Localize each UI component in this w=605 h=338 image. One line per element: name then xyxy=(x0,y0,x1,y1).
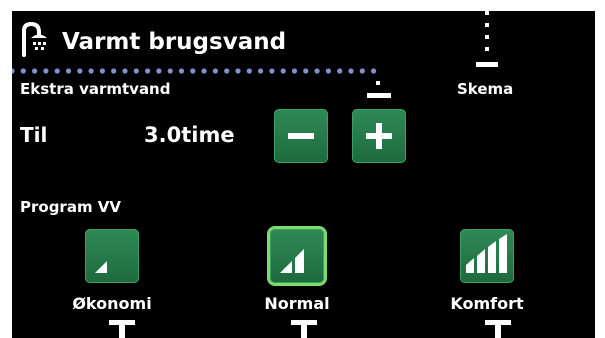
plus-icon xyxy=(366,123,392,149)
nav-dot xyxy=(224,68,230,74)
increase-button[interactable] xyxy=(352,109,406,163)
nav-dot xyxy=(359,68,365,74)
nav-dot xyxy=(133,68,139,74)
schedule-button[interactable] xyxy=(468,11,508,71)
nav-dot xyxy=(99,68,105,74)
nav-dot xyxy=(269,68,275,74)
program-option-comfort-label: Komfort xyxy=(450,294,524,313)
signal-3-icon xyxy=(466,234,507,273)
program-option-economy[interactable] xyxy=(85,229,139,283)
extra-hot-water-value: 3.0time xyxy=(144,123,235,147)
display-screen: Varmt brugsvand Skema Ekstra varmtvand T… xyxy=(12,11,595,338)
nav-dot xyxy=(235,68,241,74)
nav-dot xyxy=(167,68,173,74)
nav-dot xyxy=(201,68,207,74)
nav-dot xyxy=(280,68,286,74)
extra-hot-water-label: Til xyxy=(20,123,48,147)
schedule-label[interactable]: Skema xyxy=(457,80,513,98)
nav-dot xyxy=(258,68,264,74)
program-heading: Program VV xyxy=(20,198,122,216)
nav-dot xyxy=(54,68,60,74)
program-option-normal-label: Normal xyxy=(264,294,330,313)
nav-dot xyxy=(291,68,298,74)
signal-2-icon xyxy=(280,249,304,273)
program-option-normal[interactable] xyxy=(270,229,324,283)
program-option-comfort[interactable] xyxy=(460,229,514,283)
nav-dot xyxy=(43,68,49,74)
nav-dot xyxy=(12,68,15,74)
nav-dot xyxy=(376,81,380,85)
shower-icon xyxy=(20,21,54,57)
nav-dot xyxy=(32,68,38,74)
nav-dot xyxy=(337,68,343,74)
nav-dot xyxy=(325,68,331,74)
extra-hot-water-heading: Ekstra varmtvand xyxy=(20,80,171,98)
nav-dot xyxy=(156,68,162,74)
nav-dot xyxy=(111,68,117,74)
nav-dot xyxy=(20,68,26,74)
nav-marker xyxy=(367,93,391,98)
nav-dot xyxy=(178,68,185,74)
nav-dot xyxy=(145,68,151,74)
selector-indicator xyxy=(109,320,135,338)
nav-dot xyxy=(303,68,309,74)
minus-icon xyxy=(288,133,314,139)
nav-dot xyxy=(65,68,72,74)
nav-dot xyxy=(122,68,128,74)
program-option-economy-label: Økonomi xyxy=(72,294,152,313)
nav-dot xyxy=(314,68,320,74)
nav-dot xyxy=(212,68,218,74)
selector-indicator xyxy=(291,320,317,338)
nav-dot xyxy=(190,68,196,74)
nav-dot xyxy=(88,68,94,74)
decrease-button[interactable] xyxy=(274,109,328,163)
selector-indicator xyxy=(485,320,511,338)
nav-dot xyxy=(348,68,354,74)
signal-1-icon xyxy=(95,261,107,273)
page-title: Varmt brugsvand xyxy=(62,29,287,55)
nav-dot xyxy=(77,68,83,74)
nav-dot xyxy=(246,68,252,74)
nav-dot xyxy=(371,68,377,74)
